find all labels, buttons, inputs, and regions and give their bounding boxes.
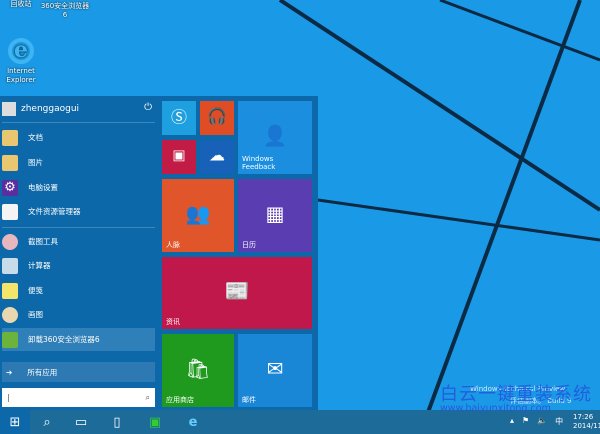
tile-windows-feedback[interactable]: 👤 Windows Feedback xyxy=(238,101,312,174)
desktop-icon-internet-explorer[interactable]: e Internet Explorer xyxy=(0,38,46,85)
tile-video[interactable]: ▣ xyxy=(162,140,196,174)
calculator-icon xyxy=(2,257,18,274)
tile-onedrive[interactable]: ☁ xyxy=(200,140,234,174)
headphones-icon: 🎧 xyxy=(207,106,227,126)
gear-icon: ⚙ xyxy=(2,179,18,196)
menu-item-pictures[interactable]: 图片 xyxy=(2,151,155,174)
ie-icon: e xyxy=(8,38,34,64)
tile-calendar[interactable]: ▦ 日历 xyxy=(238,179,312,252)
folder-pictures-icon xyxy=(2,154,18,171)
volume-icon[interactable]: 🔈 xyxy=(537,416,547,427)
sticky-notes-icon xyxy=(2,282,18,299)
menu-item-snipping-tool[interactable]: 截图工具 xyxy=(2,230,155,253)
ie-taskbar-button[interactable]: e xyxy=(178,410,208,434)
user-account[interactable]: zhenggaogui ⏻ xyxy=(2,100,152,118)
skype-icon: Ⓢ xyxy=(170,107,187,127)
search-button[interactable]: ⌕ xyxy=(32,410,62,434)
tile-news[interactable]: 📰 资讯 xyxy=(162,257,312,329)
menu-item-documents[interactable]: 文档 xyxy=(2,126,155,149)
chevron-up-icon[interactable]: ▴ xyxy=(510,416,514,427)
menu-item-calculator[interactable]: 计算器 xyxy=(2,254,155,277)
calendar-icon: ▦ xyxy=(265,201,285,226)
tile-mail[interactable]: ✉ 邮件 xyxy=(238,334,312,407)
tile-store[interactable]: 🛍 应用商店 xyxy=(162,334,234,407)
menu-item-uninstall-360[interactable]: 卸载360安全浏览器6 xyxy=(2,328,155,351)
file-explorer-button[interactable]: ▯ xyxy=(102,410,132,434)
people-icon: 👥 xyxy=(185,201,211,226)
start-left-pane: zhenggaogui ⏻ 文档 图片 ⚙ 电脑设置 文件资源管理器 截图工具 计算… xyxy=(0,96,157,410)
network-icon[interactable]: ⚑ xyxy=(522,416,529,427)
tile-people[interactable]: 👥 人脉 xyxy=(162,179,234,252)
clock[interactable]: 17:26 2014/11 xyxy=(573,413,600,431)
menu-item-pc-settings[interactable]: ⚙ 电脑设置 xyxy=(2,176,155,199)
avatar xyxy=(2,102,16,116)
menu-item-paint[interactable]: 画图 xyxy=(2,303,155,326)
menu-item-file-explorer[interactable]: 文件资源管理器 xyxy=(2,200,155,223)
folder-documents-icon xyxy=(2,129,18,146)
cloud-icon: ☁ xyxy=(209,145,225,165)
divider xyxy=(2,122,155,123)
all-apps-button[interactable]: ➔ 所有应用 xyxy=(2,362,155,382)
power-icon[interactable]: ⏻ xyxy=(144,102,152,113)
feedback-icon: 👤 xyxy=(262,123,288,148)
uninstall-icon xyxy=(2,331,18,348)
task-view-button[interactable]: ▭ xyxy=(66,410,96,434)
mail-icon: ✉ xyxy=(266,356,284,381)
store-button[interactable]: ▣ xyxy=(140,410,170,434)
tile-music[interactable]: 🎧 xyxy=(200,101,234,135)
arrow-right-icon: ➔ xyxy=(6,367,13,377)
desktop-icon-360-browser[interactable]: 360安全浏览器6 xyxy=(40,2,90,20)
menu-item-sticky-notes[interactable]: 便笺 xyxy=(2,279,155,302)
search-input[interactable]: | ⌕ xyxy=(2,388,155,407)
news-icon: 📰 xyxy=(224,278,250,303)
video-icon: ▣ xyxy=(172,147,186,164)
ime-indicator[interactable]: 中 xyxy=(555,416,563,427)
search-icon: ⌕ xyxy=(145,392,150,402)
store-icon: 🛍 xyxy=(185,356,211,381)
paint-icon xyxy=(2,306,18,323)
start-button[interactable]: ⊞ xyxy=(0,410,30,434)
file-icon xyxy=(2,203,18,220)
divider xyxy=(2,227,155,228)
snipping-icon xyxy=(2,233,18,250)
tile-skype[interactable]: Ⓢ xyxy=(162,101,196,135)
watermark-url: www.baiyunxitong.com xyxy=(440,403,551,414)
system-tray: ▴ ⚑ 🔈 中 xyxy=(510,416,563,427)
